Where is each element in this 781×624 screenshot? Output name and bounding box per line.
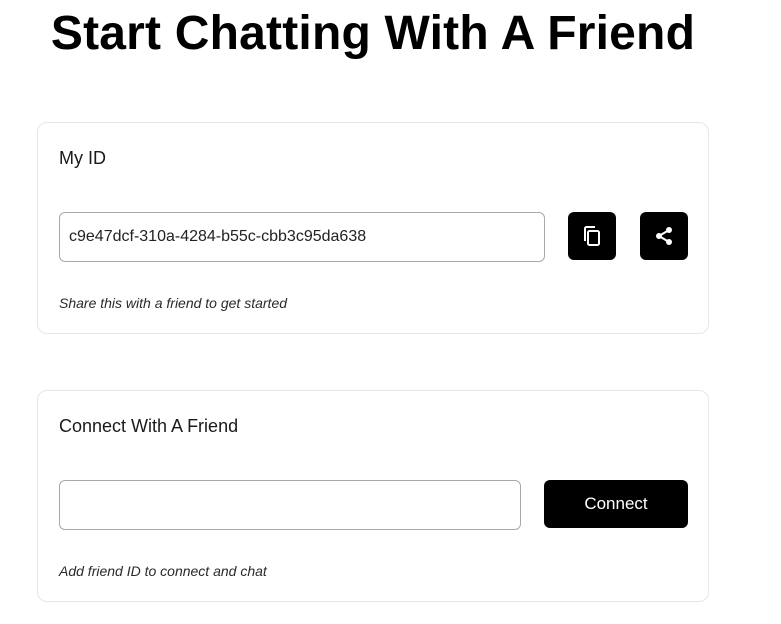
page-title: Start Chatting With A Friend	[50, 7, 696, 60]
page: Start Chatting With A Friend My ID c9e47…	[0, 0, 781, 624]
connect-card: Connect With A Friend Connect Add friend…	[37, 390, 709, 602]
share-icon	[653, 225, 675, 247]
share-button[interactable]	[640, 212, 688, 260]
connect-heading: Connect With A Friend	[59, 416, 239, 436]
friend-id-input[interactable]	[59, 480, 521, 530]
connect-hint: Add friend ID to connect and chat	[59, 563, 267, 579]
my-id-heading: My ID	[59, 148, 106, 168]
copy-icon	[581, 224, 603, 248]
copy-button[interactable]	[568, 212, 616, 260]
my-id-hint: Share this with a friend to get started	[59, 295, 288, 311]
connect-button[interactable]: Connect	[544, 480, 688, 528]
my-id-field[interactable]	[59, 212, 545, 262]
my-id-card: My ID Share this with a friend	[37, 122, 709, 334]
